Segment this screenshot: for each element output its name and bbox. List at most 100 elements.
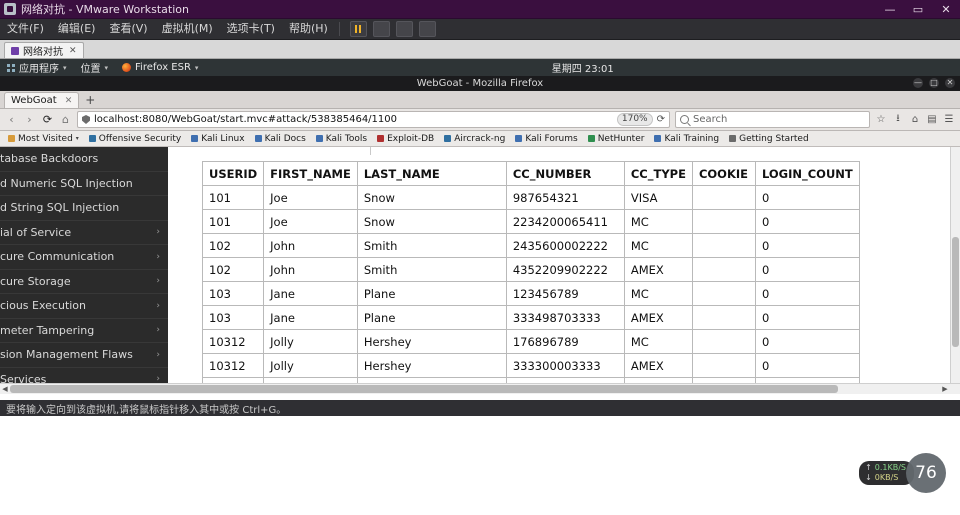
vm-tab-close-icon[interactable]: ✕ — [69, 46, 77, 56]
download-speed: 0KB/S — [874, 473, 899, 482]
applications-menu[interactable]: 应用程序 ▾ — [0, 59, 74, 76]
cell-userid: 103 — [201, 281, 265, 306]
cell-cc-type: MC — [623, 209, 693, 234]
sidebar-item-database-backdoors[interactable]: tabase Backdoors — [0, 147, 168, 172]
tab-close-icon[interactable]: ✕ — [65, 96, 73, 106]
cell-cc-type: MC — [623, 281, 693, 306]
sidebar-caret-8: › — [156, 349, 160, 360]
vmware-workstation-window: 网络对抗 - VMware Workstation — ▭ ✕ 文件(F) 编辑… — [0, 0, 960, 515]
bookmark-nethunter[interactable]: NetHunter — [584, 134, 649, 144]
scroll-left-arrow-icon[interactable]: ◀ — [0, 384, 10, 394]
menu-edit[interactable]: 编辑(E) — [51, 19, 103, 39]
downloads-icon[interactable]: ⭳ — [892, 111, 904, 128]
screen-layout-2-icon[interactable] — [395, 21, 413, 37]
menu-help[interactable]: 帮助(H) — [282, 19, 335, 39]
bookmark-star-icon[interactable]: ☆ — [875, 114, 887, 125]
sidebar-item-session-management-flaws[interactable]: sion Management Flaws › — [0, 343, 168, 368]
page-vertical-scroll-thumb[interactable] — [952, 237, 959, 347]
menu-vm[interactable]: 虚拟机(M) — [155, 19, 220, 39]
cell-cc-type: MC — [623, 329, 693, 354]
address-reload-icon[interactable]: ⟳ — [657, 114, 665, 125]
sidebar-item-insecure-communication[interactable]: cure Communication › — [0, 245, 168, 270]
back-button[interactable]: ‹ — [5, 113, 18, 126]
globe-icon — [729, 135, 737, 142]
tab-webgoat[interactable]: WebGoat ✕ — [4, 92, 80, 108]
firefox-title-bar: WebGoat - Mozilla Firefox — □ ✕ — [0, 76, 960, 91]
bookmark-offensive-security[interactable]: Offensive Security — [85, 134, 185, 144]
library-icon[interactable]: ▤ — [926, 114, 938, 125]
sidebar-label-4: cure Communication — [0, 250, 115, 264]
home-button[interactable]: ⌂ — [59, 113, 72, 126]
bookmark-kali-training[interactable]: Kali Training — [650, 134, 723, 144]
page-horizontal-scrollbar[interactable]: ◀ ▶ — [0, 383, 960, 394]
forward-button[interactable]: › — [23, 113, 36, 126]
bookmark-getting-started[interactable]: Getting Started — [725, 134, 813, 144]
cell-cc-number: 987654321 — [505, 185, 625, 210]
results-table-head: USERID FIRST_NAME LAST_NAME CC_NUMBER CC… — [201, 161, 860, 186]
sidebar-caret-5: › — [156, 276, 160, 287]
address-bar[interactable]: localhost:8080/WebGoat/start.mvc#attack/… — [77, 111, 670, 128]
sidebar-item-insecure-storage[interactable]: cure Storage › — [0, 270, 168, 294]
cell-cookie — [691, 185, 756, 210]
bookmark-kali-linux[interactable]: Kali Linux — [187, 134, 248, 144]
menu-view[interactable]: 查看(V) — [102, 19, 154, 39]
minimize-button[interactable]: — — [876, 0, 904, 18]
sidebar-item-web-services[interactable]: Services › — [0, 368, 168, 383]
cell-cc-number: 176896789 — [505, 329, 625, 354]
column-header-first-name: FIRST_NAME — [263, 161, 358, 186]
table-row: 102 John Smith 4352209902222 AMEX 0 — [201, 257, 860, 282]
reload-button[interactable]: ⟳ — [41, 113, 54, 126]
cell-userid: 10312 — [201, 329, 265, 354]
cell-cc-type: AMEX — [623, 305, 693, 330]
sidebar-item-parameter-tampering[interactable]: meter Tampering › — [0, 319, 168, 343]
places-menu[interactable]: 位置 ▾ — [74, 59, 116, 76]
screen-layout-1-icon[interactable] — [372, 21, 390, 37]
column-header-last-name: LAST_NAME — [356, 161, 507, 186]
sidebar-label-6: cious Execution — [0, 299, 87, 313]
scroll-right-arrow-icon[interactable]: ▶ — [940, 384, 950, 394]
screen-layout-3-icon[interactable] — [418, 21, 436, 37]
red-icon — [377, 135, 385, 142]
home-icon[interactable]: ⌂ — [909, 114, 921, 125]
vm-tab[interactable]: 网络对抗 ✕ — [4, 42, 84, 58]
floating-counter-badge[interactable]: 76 — [906, 453, 946, 493]
network-hud: ↑ 0.1KB/S ↓ 0KB/S 76 — [859, 453, 946, 493]
bookmark-most-visited[interactable]: Most Visited ▾ — [4, 134, 83, 144]
sidebar-label-0: tabase Backdoors — [0, 152, 99, 166]
window-firefox[interactable]: Firefox ESR ▾ — [115, 59, 205, 76]
firefox-maximize-button[interactable]: □ — [929, 78, 939, 88]
menu-file[interactable]: 文件(F) — [0, 19, 51, 39]
pause-icon[interactable] — [349, 21, 367, 37]
link-icon — [88, 135, 96, 142]
page-viewport: tabase Backdoors d Numeric SQL Injection… — [0, 147, 960, 383]
maximize-button[interactable]: ▭ — [904, 0, 932, 18]
horizontal-scroll-track[interactable] — [10, 385, 946, 393]
bookmark-exploit-db[interactable]: Exploit-DB — [373, 134, 438, 144]
cell-cookie — [691, 305, 756, 330]
horizontal-scroll-thumb[interactable] — [10, 385, 838, 393]
column-header-cc-type: CC_TYPE — [623, 161, 693, 186]
sidebar-item-numeric-sql-injection[interactable]: d Numeric SQL Injection — [0, 172, 168, 196]
close-button[interactable]: ✕ — [932, 0, 960, 18]
bookmark-kali-tools[interactable]: Kali Tools — [312, 134, 371, 144]
cell-first-name: Joe — [263, 209, 358, 234]
bookmark-kali-docs[interactable]: Kali Docs — [251, 134, 310, 144]
cell-first-name: John — [263, 257, 358, 282]
search-bar[interactable]: Search — [675, 111, 870, 128]
new-tab-button[interactable]: + — [79, 93, 101, 108]
bookmark-nethunter-label: NetHunter — [597, 133, 645, 144]
firefox-window-buttons: — □ ✕ — [913, 78, 955, 88]
zoom-level-badge[interactable]: 170% — [616, 113, 653, 126]
firefox-minimize-button[interactable]: — — [913, 78, 923, 88]
sidebar-item-string-sql-injection[interactable]: d String SQL Injection — [0, 196, 168, 221]
bookmark-kali-forums[interactable]: Kali Forums — [511, 134, 581, 144]
menu-icon[interactable]: ☰ — [943, 114, 955, 125]
sidebar-item-malicious-execution[interactable]: cious Execution › — [0, 294, 168, 319]
page-vertical-scrollbar[interactable] — [950, 147, 960, 383]
sidebar-item-denial-of-service[interactable]: ial of Service › — [0, 221, 168, 245]
sidebar-label-7: meter Tampering — [0, 323, 95, 337]
bookmark-offensive-security-label: Offensive Security — [98, 133, 182, 144]
firefox-close-button[interactable]: ✕ — [945, 78, 955, 88]
menu-tabs[interactable]: 选项卡(T) — [220, 19, 282, 39]
bookmark-aircrack-ng[interactable]: Aircrack-ng — [440, 134, 509, 144]
